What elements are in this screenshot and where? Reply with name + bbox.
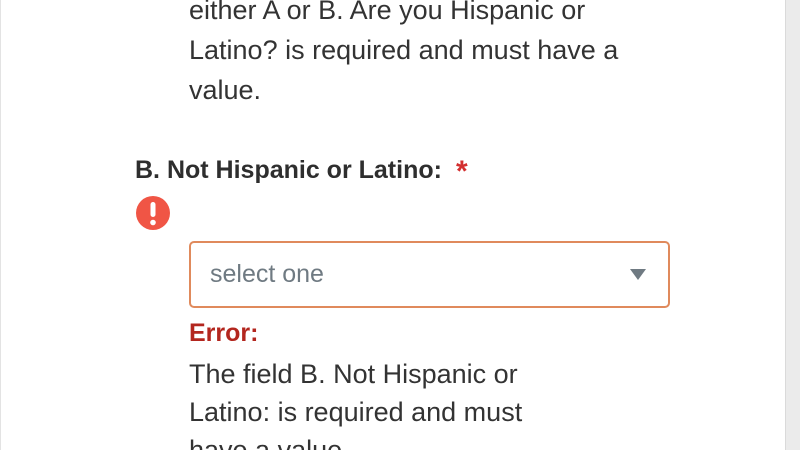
required-asterisk: * bbox=[455, 155, 468, 188]
exclamation-circle-icon bbox=[136, 196, 170, 230]
select-value: select one bbox=[210, 260, 324, 288]
ethnicity-select[interactable]: select one bbox=[189, 241, 670, 308]
page: either A or B. Are you Hispanic or Latin… bbox=[0, 0, 800, 450]
error-message: The field B. Not Hispanic or Latino: is … bbox=[189, 359, 523, 450]
chevron-down-icon bbox=[630, 269, 646, 280]
error-heading: Error: bbox=[189, 319, 259, 347]
field-label: B. Not Hispanic or Latino: * bbox=[135, 153, 468, 188]
field-label-text: B. Not Hispanic or Latino: bbox=[135, 155, 442, 184]
previous-field-error-message: either A or B. Are you Hispanic or Latin… bbox=[189, 0, 619, 105]
